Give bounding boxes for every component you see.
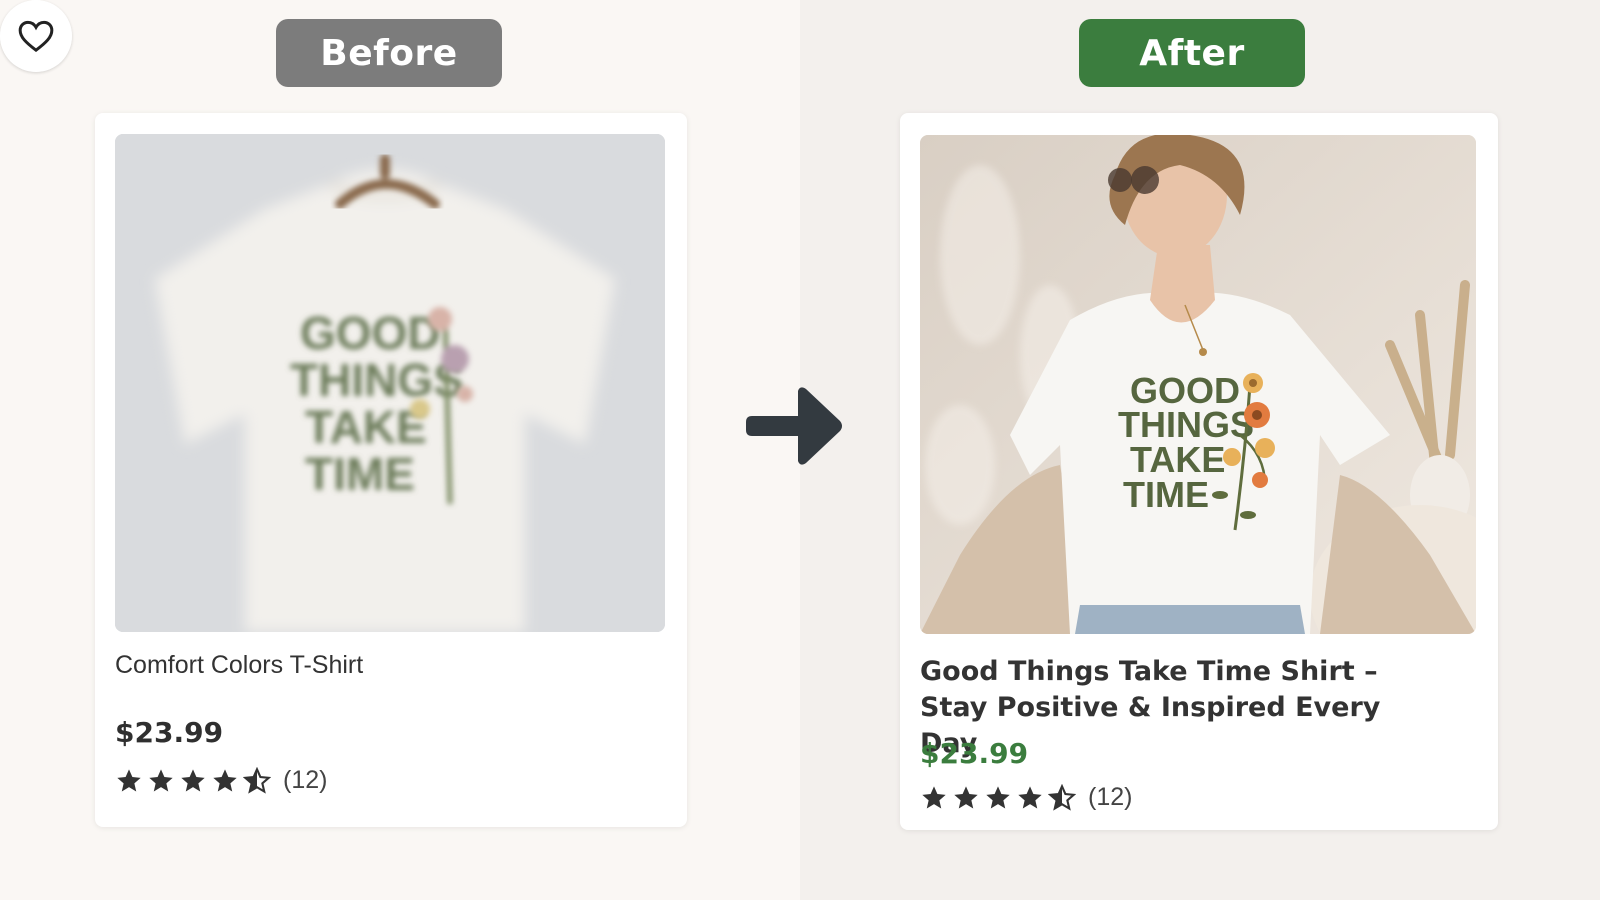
shirt-print-after-line-4: TIME [1123,474,1209,515]
favorite-button-after[interactable] [0,0,72,72]
shirt-print-line-2: THINGS [290,354,464,406]
product-price-before: $23.99 [115,716,224,749]
product-title-after-line-1: Good Things Take Time Shirt – [920,656,1378,687]
shirt-print-line-1: GOOD [300,307,441,359]
star-half-icon [1048,783,1076,811]
heart-icon [18,20,54,53]
product-title-before[interactable]: Comfort Colors T-Shirt [115,651,363,680]
product-image-after[interactable]: GOOD THINGS TAKE TIME [920,135,1476,634]
shirt-print-line-4: TIME [305,448,415,500]
star-filled-icon [1018,785,1042,808]
after-badge: After [1079,19,1305,87]
star-filled-icon [181,768,205,791]
star-filled-icon [986,785,1010,808]
rating-after: (12) [920,783,1132,812]
star-half-icon [243,766,271,794]
product-price-after: $23.99 [920,737,1029,770]
review-count-before[interactable]: (12) [283,766,327,795]
star-filled-icon [922,785,946,808]
review-count-after[interactable]: (12) [1088,783,1132,812]
product-card-after[interactable]: GOOD THINGS TAKE TIME Good Things Take T… [900,113,1498,830]
shirt-print-line-3: TAKE [305,401,427,453]
rating-before: (12) [115,766,327,795]
star-filled-icon [149,768,173,791]
star-filled-icon [954,785,978,808]
product-image-before[interactable]: GOOD THINGS TAKE TIME [115,134,665,632]
star-filled-icon [117,768,141,791]
product-card-before[interactable]: GOOD THINGS TAKE TIME Comfort Colors T-S… [95,113,687,827]
arrow-right-icon [746,387,842,465]
star-filled-icon [213,768,237,791]
before-badge: Before [276,19,502,87]
